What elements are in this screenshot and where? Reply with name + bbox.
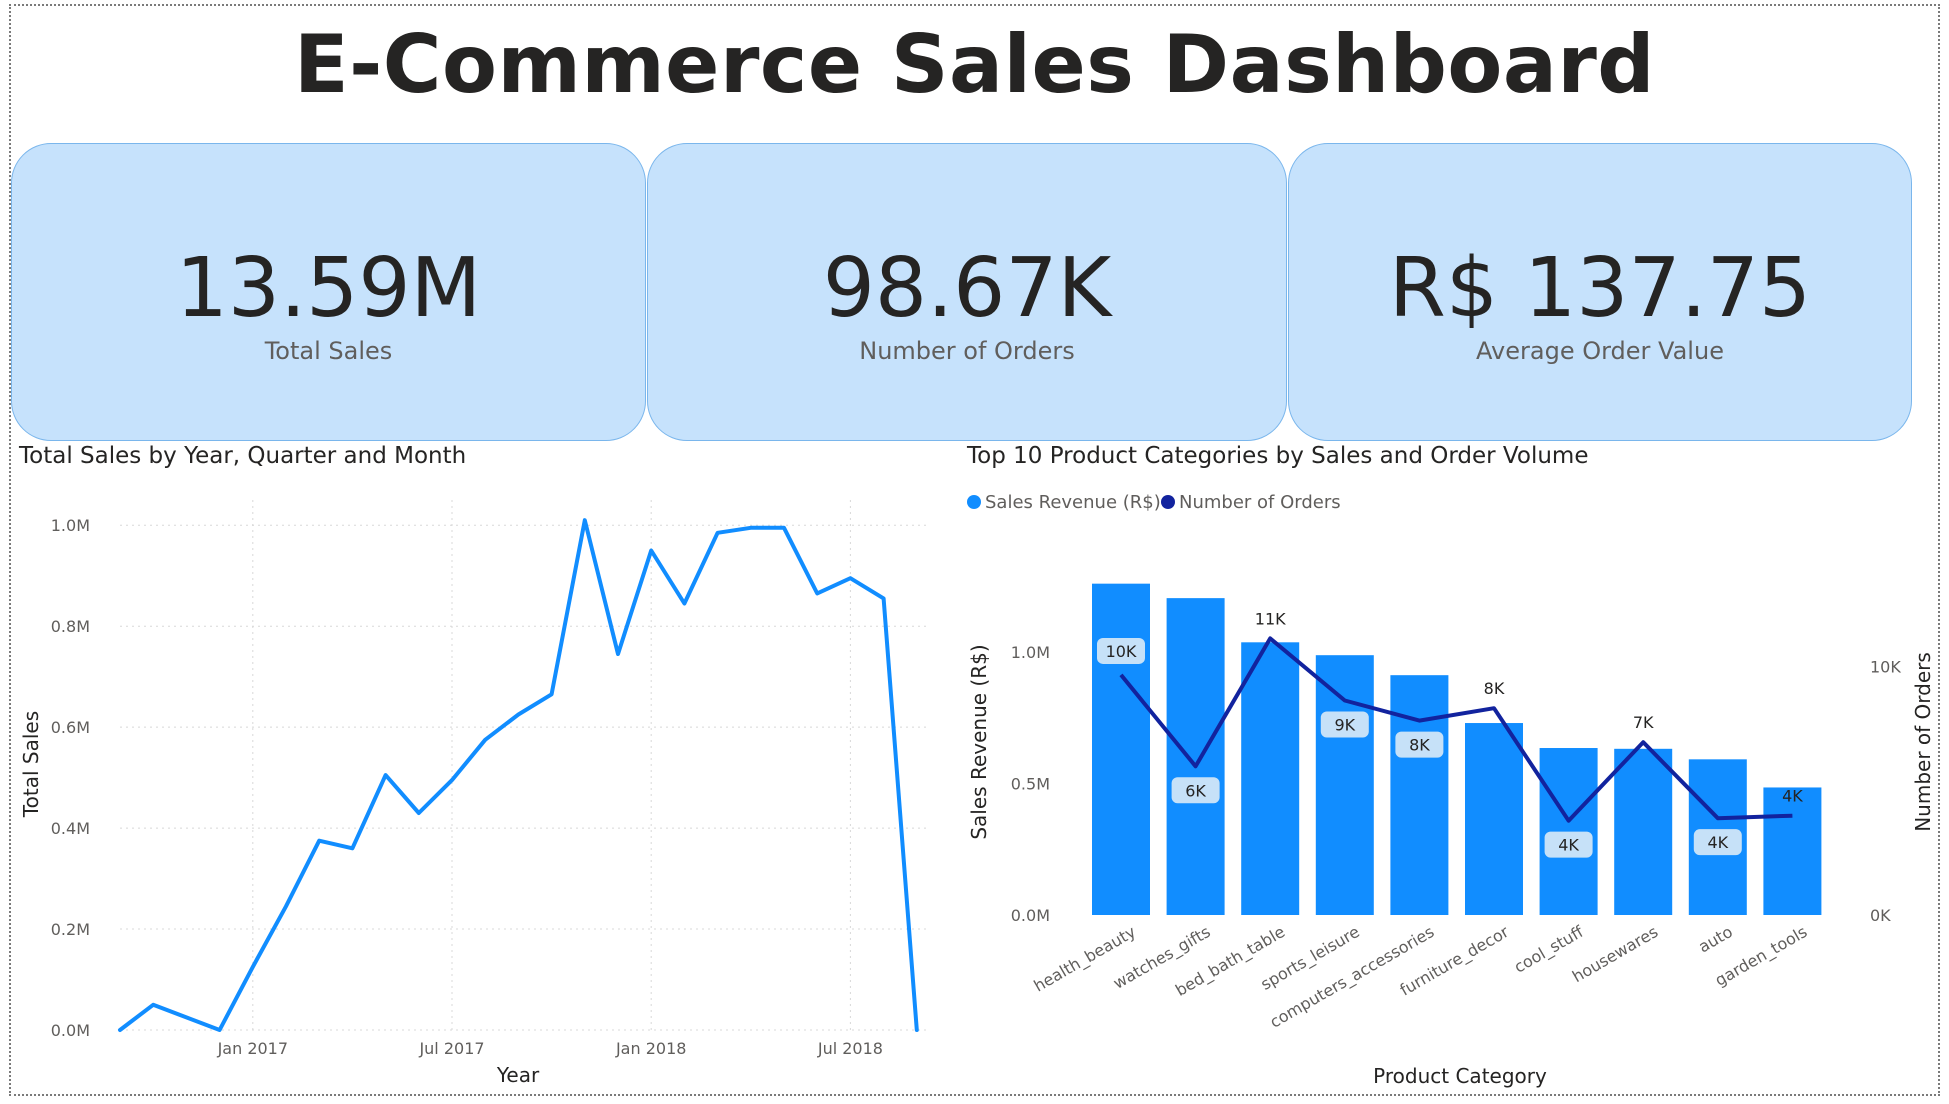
bar-computers_accessories <box>1390 675 1449 915</box>
y-right-tick-label: 10K <box>1870 658 1901 677</box>
legend-label-sales-revenue: Sales Revenue (R$) <box>985 492 1161 513</box>
bar-housewares <box>1614 748 1673 915</box>
order-data-label: 9K <box>1334 716 1355 735</box>
y-right-tick-label: 0K <box>1870 906 1891 925</box>
bar-watches_gifts <box>1166 598 1225 915</box>
order-data-label: 7K <box>1633 713 1654 732</box>
y-left-tick-label: 0.0M <box>1011 906 1050 925</box>
bar-health_beauty <box>1092 583 1150 915</box>
legend-marker-number-of-orders <box>1161 495 1175 509</box>
y-left-tick-label: 0.5M <box>1011 775 1050 794</box>
legend-label-number-of-orders: Number of Orders <box>1179 492 1341 513</box>
order-data-label: 4K <box>1782 787 1803 806</box>
bar-furniture_decor <box>1465 723 1523 915</box>
category-label: housewares <box>1569 922 1661 986</box>
order-data-label: 11K <box>1255 609 1286 628</box>
x-axis-title: Product Category <box>1373 1064 1547 1088</box>
y-left-tick-label: 1.0M <box>1011 643 1050 662</box>
order-data-label: 10K <box>1106 642 1137 661</box>
order-data-label: 4K <box>1707 833 1728 852</box>
order-data-label: 4K <box>1558 836 1579 855</box>
y-right-axis-title: Number of Orders <box>1911 652 1935 832</box>
bar-bed_bath_table <box>1241 642 1300 915</box>
order-data-label: 8K <box>1484 679 1505 698</box>
bar-sports_leisure <box>1315 655 1374 915</box>
bar-garden_tools <box>1763 787 1822 915</box>
bar-cool_stuff <box>1539 748 1598 915</box>
y-left-axis-title: Sales Revenue (R$) <box>967 644 991 839</box>
category-label: auto <box>1695 922 1736 956</box>
category-combo-chart[interactable]: Sales Revenue (R$) Number of Orders 0.0M 0.… <box>0 0 1949 1104</box>
order-data-label: 8K <box>1409 736 1430 755</box>
legend-marker-sales-revenue <box>967 495 981 509</box>
order-data-label: 6K <box>1185 781 1206 800</box>
